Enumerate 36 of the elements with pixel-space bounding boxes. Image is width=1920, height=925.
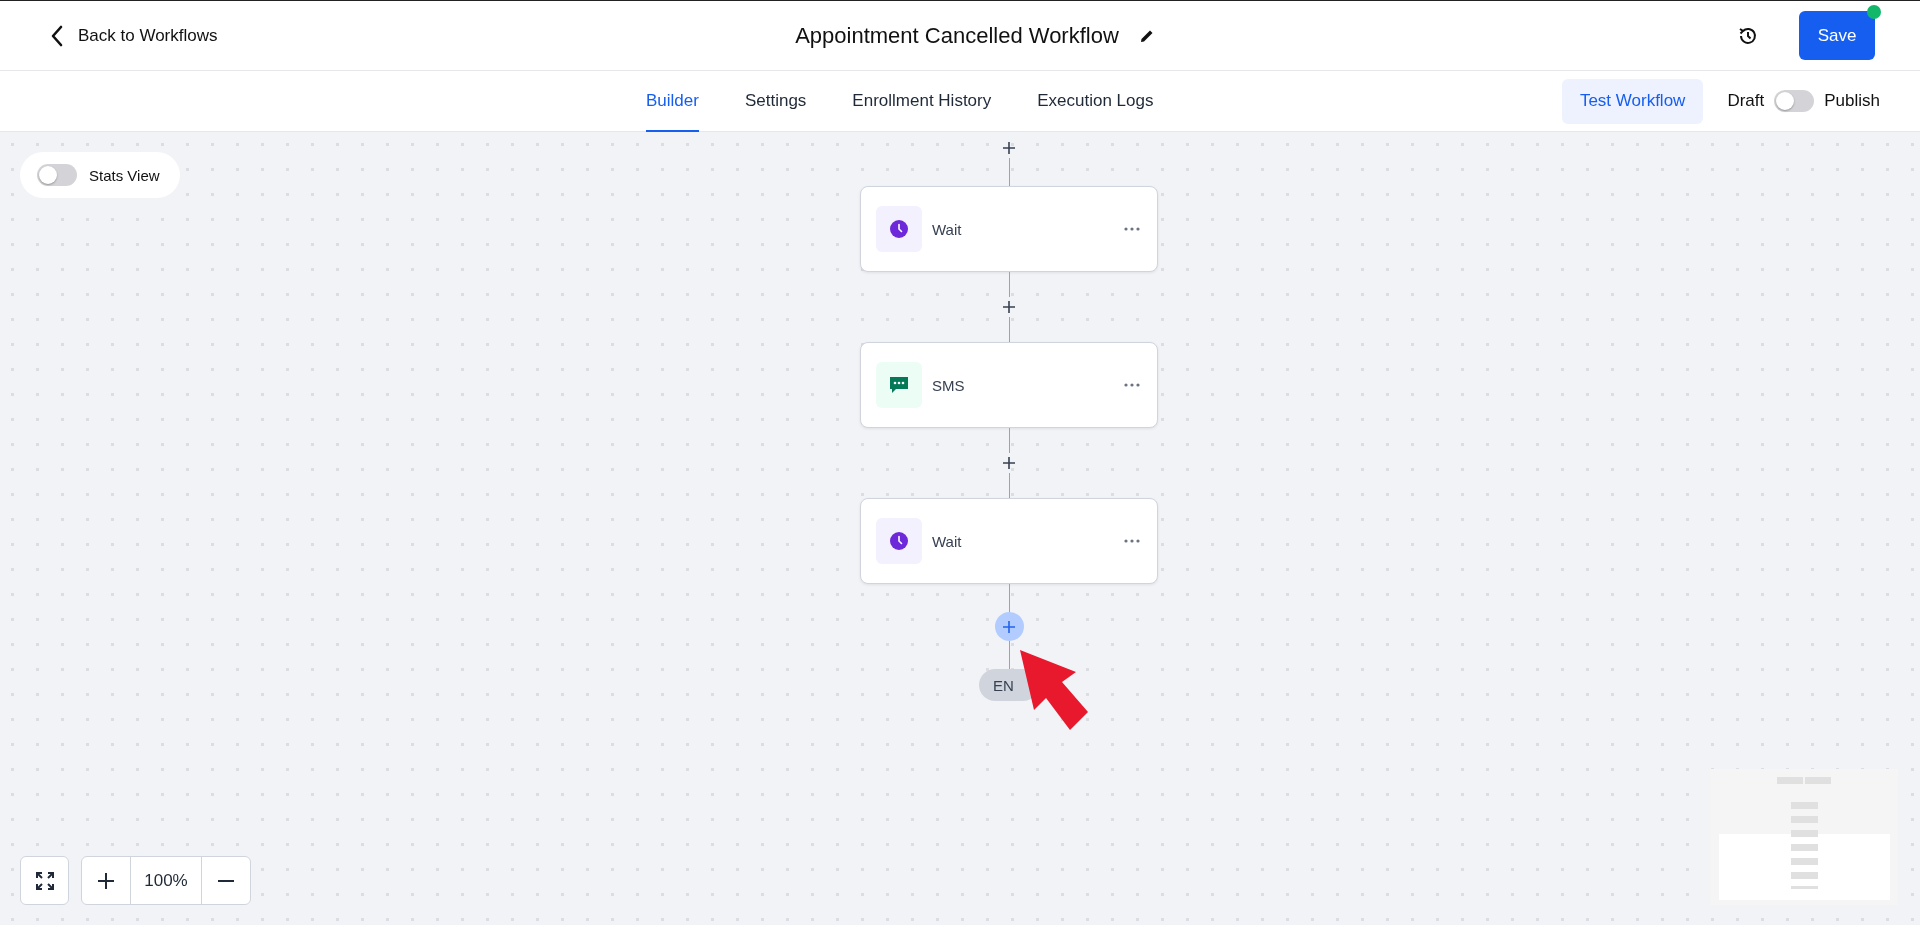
plus-icon <box>96 870 116 891</box>
publish-toggle[interactable] <box>1774 90 1815 112</box>
more-options-icon[interactable] <box>1124 383 1140 387</box>
step-card[interactable]: Wait <box>860 498 1158 584</box>
stats-view-label: Stats View <box>89 166 160 184</box>
clock-icon <box>876 206 922 252</box>
draft-label: Draft <box>1727 91 1765 111</box>
step-card[interactable]: SMS <box>860 342 1158 428</box>
chat-bubble-icon <box>876 362 922 408</box>
back-link[interactable]: Back to Workflows <box>50 24 218 47</box>
publish-label: Publish <box>1824 91 1880 111</box>
more-options-icon[interactable] <box>1124 539 1140 543</box>
plus-icon <box>1002 619 1016 634</box>
workflow-title: Appointment Cancelled Workflow <box>795 22 1119 49</box>
add-step-button[interactable] <box>994 612 1024 641</box>
step-label: SMS <box>932 376 965 394</box>
chevron-left-icon <box>50 24 64 47</box>
save-button[interactable]: Save <box>1799 11 1875 60</box>
add-step-icon[interactable] <box>1002 141 1016 155</box>
zoom-level: 100% <box>130 857 202 904</box>
clock-icon <box>876 518 922 564</box>
add-step-icon[interactable] <box>1002 300 1016 314</box>
step-card[interactable]: Wait <box>860 186 1158 272</box>
fit-view-button[interactable] <box>20 856 69 905</box>
add-step-icon[interactable] <box>1002 456 1016 470</box>
tab[interactable]: Execution Logs <box>1037 71 1154 132</box>
tab[interactable]: Settings <box>744 71 807 132</box>
more-options-icon[interactable] <box>1124 227 1140 231</box>
test-workflow-button[interactable]: Test Workflow <box>1561 78 1704 124</box>
step-label: Wait <box>932 532 962 550</box>
stats-view-toggle[interactable] <box>37 164 77 186</box>
step-label: Wait <box>932 220 962 238</box>
tab[interactable]: Enrollment History <box>852 71 992 132</box>
minus-icon <box>218 879 234 882</box>
stats-view-control[interactable]: Stats View <box>20 152 180 198</box>
expand-icon <box>34 870 55 891</box>
